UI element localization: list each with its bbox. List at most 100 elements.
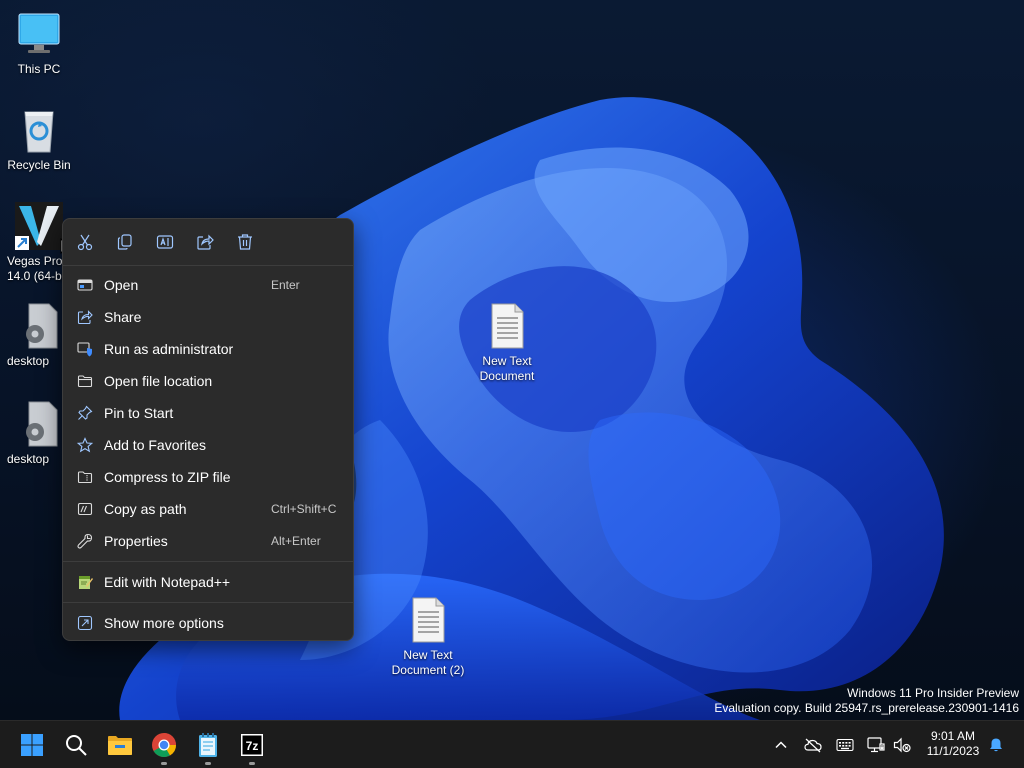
pin-icon <box>78 405 93 420</box>
running-indicator <box>161 762 167 765</box>
menu-item-open-file-location[interactable]: Open file location <box>67 366 349 396</box>
menu-item-label: Open file location <box>104 373 213 389</box>
bell-icon <box>990 738 1002 752</box>
chrome-icon <box>152 733 176 758</box>
keyboard-icon <box>836 738 854 752</box>
vegas-pro-icon <box>15 202 63 250</box>
monitor-icon <box>15 10 63 58</box>
menu-item-label: Properties <box>104 533 168 549</box>
taskbar-chrome[interactable] <box>148 729 180 765</box>
taskbar-file-explorer[interactable] <box>104 729 136 761</box>
desktop-icon-label: This PC <box>17 62 61 76</box>
desktop-icon-label: Vegas Pro 14.0 (64-bi <box>7 254 65 283</box>
delete-icon <box>238 234 252 250</box>
menu-item-label: Share <box>104 309 142 325</box>
menu-item-shortcut: Enter <box>271 278 300 292</box>
volume-muted-icon <box>893 737 911 753</box>
input-indicator-button[interactable] <box>835 735 855 755</box>
folder-icon <box>77 375 93 388</box>
desktop-icon-label: New Text Document <box>479 354 535 383</box>
menu-item-label: Add to Favorites <box>104 437 206 453</box>
menu-item-label: Edit with Notepad++ <box>104 574 231 590</box>
menu-item-pin-to-start[interactable]: Pin to Start <box>67 398 349 428</box>
file-explorer-icon <box>108 736 132 755</box>
path-icon <box>77 502 93 516</box>
desktop-icon-label: desktop <box>7 452 50 466</box>
desktop-icon-this-pc[interactable]: This PC <box>0 10 79 77</box>
desktop-icon-recycle-bin[interactable]: Recycle Bin <box>0 106 79 173</box>
delete-button[interactable] <box>234 231 256 253</box>
network-tray-button[interactable] <box>866 735 886 755</box>
context-menu: Open Enter Share Run as administrator Op… <box>62 218 354 641</box>
settings-file-icon <box>15 302 63 350</box>
shield-icon <box>77 342 92 357</box>
cut-button[interactable] <box>74 231 96 253</box>
running-indicator <box>205 762 211 765</box>
context-menu-toolbar <box>63 219 353 266</box>
text-file-icon <box>404 596 452 644</box>
menu-item-shortcut: Ctrl+Shift+C <box>271 502 337 516</box>
wrench-icon <box>77 533 93 549</box>
copy-button[interactable] <box>114 231 136 253</box>
evaluation-watermark: Windows 11 Pro Insider Preview Evaluatio… <box>714 686 1019 716</box>
menu-item-share[interactable]: Share <box>67 302 349 332</box>
search-icon <box>66 735 87 756</box>
watermark-line-2: Evaluation copy. Build 25947.rs_prerelea… <box>714 701 1019 715</box>
desktop-icon-new-text-document-2[interactable]: New Text Document (2) <box>388 596 468 678</box>
chevron-up-icon <box>775 741 787 749</box>
taskbar: 7z 9:01 AM 11/1/2023 <box>0 720 1024 768</box>
menu-item-open[interactable]: Open Enter <box>67 270 349 300</box>
search-button[interactable] <box>60 729 92 761</box>
show-hidden-icons-button[interactable] <box>771 735 791 755</box>
taskbar-clock[interactable]: 9:01 AM 11/1/2023 <box>920 729 986 759</box>
svg-text:7z: 7z <box>246 739 259 753</box>
share-icon <box>77 310 93 325</box>
clock-time: 9:01 AM <box>930 729 976 743</box>
7zip-icon: 7z <box>241 734 263 756</box>
share-icon <box>197 234 214 250</box>
menu-item-label: Pin to Start <box>104 405 174 421</box>
rename-button[interactable] <box>154 231 176 253</box>
desktop-icon-label: Recycle Bin <box>7 158 71 172</box>
clock-date: 11/1/2023 <box>926 744 980 758</box>
menu-item-compress-to-zip[interactable]: Compress to ZIP file <box>67 462 349 492</box>
menu-item-show-more-options[interactable]: Show more options <box>67 608 349 638</box>
menu-item-label: Run as administrator <box>104 341 234 357</box>
menu-separator <box>63 561 353 562</box>
desktop-icon-label: desktop <box>7 354 50 368</box>
share-button[interactable] <box>194 231 216 253</box>
menu-item-label: Copy as path <box>104 501 187 517</box>
recycle-bin-icon <box>15 106 63 154</box>
copy-icon <box>117 234 132 250</box>
menu-item-label: Open <box>104 277 139 293</box>
star-icon <box>77 437 93 453</box>
notepad-icon <box>199 733 217 757</box>
taskbar-notepad[interactable] <box>192 729 224 765</box>
notepad-plus-plus-icon <box>79 576 93 589</box>
menu-item-properties[interactable]: Properties Alt+Enter <box>67 526 349 556</box>
open-icon <box>77 279 93 291</box>
watermark-line-1: Windows 11 Pro Insider Preview <box>847 686 1019 700</box>
taskbar-7zip[interactable]: 7z <box>236 729 268 765</box>
zip-icon <box>77 471 93 484</box>
cloud-off-icon <box>804 738 822 753</box>
menu-item-label: Show more options <box>104 615 224 631</box>
desktop-icon-new-text-document[interactable]: New Text Document <box>467 302 547 384</box>
more-options-icon <box>77 615 93 631</box>
menu-item-copy-as-path[interactable]: Copy as path Ctrl+Shift+C <box>67 494 349 524</box>
windows-start-icon <box>21 734 43 756</box>
onedrive-tray-button[interactable] <box>803 735 823 755</box>
desktop-icon-label: New Text Document (2) <box>391 648 465 677</box>
menu-item-label: Compress to ZIP file <box>104 469 231 485</box>
menu-item-edit-with-notepad-plus-plus[interactable]: Edit with Notepad++ <box>67 567 349 597</box>
notification-center-button[interactable] <box>986 735 1006 755</box>
network-icon <box>867 737 885 753</box>
menu-item-shortcut: Alt+Enter <box>271 534 321 548</box>
running-indicator <box>249 762 255 765</box>
rename-icon <box>156 235 174 249</box>
menu-item-add-to-favorites[interactable]: Add to Favorites <box>67 430 349 460</box>
menu-item-run-as-administrator[interactable]: Run as administrator <box>67 334 349 364</box>
start-button[interactable] <box>16 729 48 761</box>
volume-tray-button[interactable] <box>892 735 912 755</box>
menu-separator <box>63 602 353 603</box>
